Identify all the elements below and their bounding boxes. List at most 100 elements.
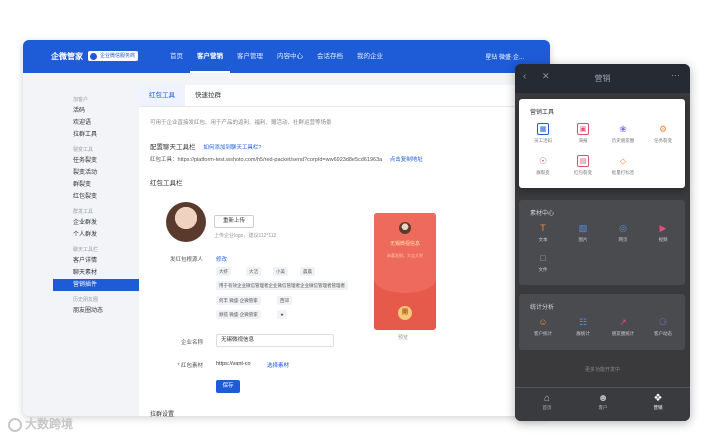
sidebar-item-marketing-plugin[interactable]: 营销插件	[53, 279, 139, 291]
sender-chip: 小美	[273, 267, 288, 276]
sender-chip: 大虾	[216, 267, 231, 276]
activity-icon: ⚆	[658, 317, 668, 327]
company-name-label: 企业名称	[180, 340, 203, 346]
sidebar-item-live-code[interactable]: 活码	[53, 105, 139, 117]
sidebar-group-title: 裂变工具	[73, 147, 94, 153]
sidebar-item-redpacket-fission[interactable]: 红包裂变	[53, 191, 139, 203]
mobile-preview: ‹ ✕ 营销 ⋯ 营销工具 ▦ 员工活码 ▣ 海报 ❀ 历史朋友圈 ⚙ 任务裂变…	[515, 64, 690, 421]
save-button[interactable]: 保存	[216, 380, 240, 393]
material-text[interactable]: T 文本	[525, 222, 561, 243]
group-icon: ☉	[538, 156, 548, 166]
tool-url: https://platform-test.wshoto.com/h5/red-…	[177, 157, 383, 163]
stat-groups[interactable]: ☷ 群统计	[565, 316, 601, 337]
moments-icon: ❀	[619, 124, 627, 134]
material-webpage[interactable]: ◎ 网页	[605, 222, 641, 243]
poster-icon: ▣	[577, 123, 589, 135]
grid-icon: ❖	[653, 393, 663, 404]
company-logo-avatar	[166, 202, 206, 242]
stats-card: 统计分析 ☺ 客户统计 ☷ 群统计 ↗ 朋友圈统计 ⚆ 客户动态	[519, 294, 685, 350]
watermark: 大数跨境	[8, 415, 73, 432]
sidebar-item-fission-activity[interactable]: 裂变活动	[53, 167, 139, 179]
select-material-link[interactable]: 选择素材	[267, 361, 289, 369]
sidebar-item-personal-broadcast[interactable]: 个人群发	[53, 229, 139, 241]
qr-icon: ▦	[537, 123, 549, 135]
task-icon: ⚙	[658, 124, 668, 134]
tool-redpacket-fission[interactable]: ▤ 红包裂变	[565, 155, 601, 176]
tab-bar: 红包工具 快速拉群	[139, 85, 550, 107]
preview-label: 预览	[398, 335, 409, 341]
page-description: 可用于企业直接发红包、用于产品的返利、福利、赠活动、社群运营等场景	[150, 120, 332, 126]
more-icon[interactable]: ⋯	[671, 70, 680, 81]
config-help-link[interactable]: 如何添加到聊天工具栏?	[203, 145, 261, 151]
redpacket-company-name: 无锡微视信息	[389, 241, 420, 247]
toolbar-section-title: 红包工具栏	[150, 180, 183, 187]
marketing-tools-card: 营销工具 ▦ 员工活码 ▣ 海报 ❀ 历史朋友圈 ⚙ 任务裂变 ☉ 群裂变 ▤ …	[519, 99, 685, 188]
sender-chip: 大洁	[246, 267, 261, 276]
redpacket-avatar	[399, 222, 411, 234]
upload-hint: 上传企业logo，建议112*112	[214, 233, 277, 239]
sidebar-item-chat-material[interactable]: 聊天素材	[53, 267, 139, 279]
group-stats-icon: ☷	[578, 317, 588, 327]
tool-group-fission[interactable]: ☉ 群裂变	[525, 155, 561, 176]
copy-url-link[interactable]: 点击复制地址	[390, 157, 423, 163]
person-icon: ☻	[597, 393, 609, 404]
material-file[interactable]: □ 文件	[525, 252, 561, 273]
stat-customer-activity[interactable]: ⚆ 客户动态	[645, 316, 681, 337]
reupload-button[interactable]: 重新上传	[214, 215, 254, 228]
redpacket-wish: 恭喜发财，大吉大利	[387, 253, 423, 258]
sidebar: 加客户 活码 欢迎语 拉群工具 裂变工具 任务裂变 裂变活动 群裂变 红包裂变 …	[53, 85, 139, 416]
tool-task-fission[interactable]: ⚙ 任务裂变	[645, 123, 681, 144]
more-coming-note: 更多功能开发中	[584, 367, 620, 373]
group-settings-heading: 拉群设置	[150, 412, 175, 418]
redpacket-preview: 无锡微视信息 恭喜发财，大吉大利 開	[374, 213, 436, 330]
sender-chip: 顾蓓 微盛·企微管家	[216, 310, 261, 319]
sidebar-group-title: 群发工具	[73, 209, 94, 215]
material-image[interactable]: ▧ 图片	[565, 222, 601, 243]
sender-chip: 何丰 微盛·企微管家	[216, 296, 261, 305]
text-icon: T	[540, 223, 546, 233]
sidebar-item-moments[interactable]: 朋友圈动态	[53, 305, 139, 317]
home-icon: ⌂	[543, 393, 551, 404]
sidebar-item-group-tool[interactable]: 拉群工具	[53, 129, 139, 141]
company-name-input[interactable]: 无锡微视信息	[216, 334, 334, 347]
sidebar-item-task-fission[interactable]: 任务裂变	[53, 155, 139, 167]
stat-moments[interactable]: ↗ 朋友圈统计	[605, 316, 641, 337]
mobile-tab-customers[interactable]: ☻ 客户	[588, 393, 618, 411]
redpacket-icon: ▤	[577, 155, 589, 167]
material-label: * 红包素材	[177, 363, 203, 369]
config-section-title: 配置聊天工具栏 如何添加到聊天工具栏?	[150, 144, 262, 151]
material-url: https://vant-co	[216, 361, 251, 367]
mobile-header: ‹ ✕ 营销 ⋯	[515, 64, 690, 93]
material-video[interactable]: ▶ 视频	[645, 222, 681, 243]
sidebar-item-group-fission[interactable]: 群裂变	[53, 179, 139, 191]
tab-redpacket-tool[interactable]: 红包工具	[139, 85, 185, 106]
video-icon: ▶	[659, 223, 667, 233]
tool-employee-code[interactable]: ▦ 员工活码	[525, 123, 561, 144]
tool-url-row: 红包工具：https://platform-test.wshoto.com/h5…	[150, 157, 423, 163]
material-center-title: 素材中心	[530, 211, 555, 217]
watermark-logo-icon	[8, 417, 22, 432]
stat-customers[interactable]: ☺ 客户统计	[525, 316, 561, 337]
tab-quick-group[interactable]: 快速拉群	[185, 85, 231, 106]
sender-label: 发红包根源人	[169, 257, 203, 263]
stats-title: 统计分析	[530, 305, 555, 311]
mobile-tab-marketing[interactable]: ❖ 营销	[643, 393, 673, 411]
sender-chip: ★	[277, 310, 288, 319]
redpacket-open-icon: 開	[398, 306, 412, 320]
admin-body: 加客户 活码 欢迎语 拉群工具 裂变工具 任务裂变 裂变活动 群裂变 红包裂变 …	[23, 40, 550, 416]
sidebar-group-title: 加客户	[73, 97, 89, 103]
sidebar-item-company-broadcast[interactable]: 企业群发	[53, 217, 139, 229]
sender-chip: 西郊	[277, 296, 292, 305]
tool-moments[interactable]: ❀ 历史朋友圈	[605, 123, 641, 144]
sidebar-group-title: 聊天工具栏	[73, 247, 99, 253]
marketing-tools-title: 营销工具	[530, 110, 555, 116]
tag-icon: ⬦	[619, 156, 627, 166]
folder-icon: □	[540, 253, 546, 263]
tool-batch-tag[interactable]: ⬦ 批量打标签	[605, 155, 641, 176]
customer-stats-icon: ☺	[538, 317, 548, 327]
sender-edit-link[interactable]: 修改	[216, 255, 227, 263]
tool-poster[interactable]: ▣ 海报	[565, 123, 601, 144]
mobile-tab-home[interactable]: ⌂ 首页	[532, 393, 562, 411]
sidebar-item-customer-detail[interactable]: 客户详情	[53, 255, 139, 267]
sidebar-item-welcome[interactable]: 欢迎语	[53, 117, 139, 129]
